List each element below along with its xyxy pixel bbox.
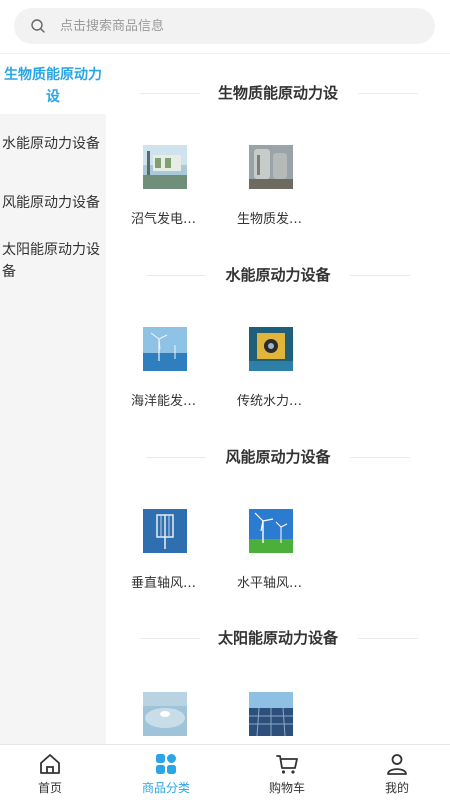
cart-icon	[276, 755, 298, 774]
product-image	[143, 692, 187, 736]
category-sidebar: 生物质能原动力 设 水能原动力设备 风能原动力设备 太阳能原动力设 备	[0, 55, 106, 744]
sidebar-item-label: 设	[46, 89, 60, 105]
tab-label: 商品分类	[141, 781, 190, 795]
bottom-tab-bar: 首页 商品分类 购物车 我的	[0, 744, 450, 800]
section-hydro: 水能原动力设备 海洋能发… 传统水力…	[106, 263, 450, 423]
search-header	[0, 0, 450, 54]
section-header: 水能原动力设备	[106, 263, 450, 287]
product-content: 生物质能原动力设 沼气发电… 生物质发… 水能原动力设备 海洋能发… 传统水力……	[106, 55, 450, 744]
divider	[358, 638, 418, 639]
section-solar: 太阳能原动力设备	[106, 626, 450, 744]
tab-label: 我的	[384, 781, 409, 795]
search-bar[interactable]	[14, 8, 435, 44]
product-image	[249, 145, 293, 189]
sidebar-item-biomass[interactable]: 生物质能原动力 设	[0, 55, 106, 114]
product-name: 传统水力…	[237, 394, 303, 409]
product-name: 生物质发…	[237, 212, 303, 227]
user-icon	[387, 754, 407, 775]
divider	[350, 275, 410, 276]
product-image	[249, 327, 293, 371]
product-name: 沼气发电…	[131, 212, 197, 227]
sidebar-item-solar[interactable]: 太阳能原动力设 备	[0, 232, 106, 292]
product-name: 水平轴风…	[237, 576, 303, 591]
tab-cart[interactable]: 购物车	[231, 745, 343, 800]
tab-category[interactable]: 商品分类	[110, 745, 222, 800]
tab-label: 首页	[37, 781, 62, 795]
sidebar-item-wind[interactable]: 风能原动力设备	[0, 173, 106, 232]
search-icon	[31, 19, 45, 33]
product-name: 垂直轴风…	[131, 576, 197, 591]
product-image	[249, 509, 293, 553]
sidebar-item-label: 备	[2, 264, 16, 280]
product-image	[143, 509, 187, 553]
sidebar-item-label: 生物质能原动力	[4, 67, 102, 83]
category-icon	[156, 754, 176, 774]
product-image	[143, 145, 187, 189]
tab-profile[interactable]: 我的	[341, 745, 450, 800]
tab-label: 购物车	[268, 781, 305, 795]
section-header: 生物质能原动力设	[106, 81, 450, 105]
divider	[358, 93, 418, 94]
section-header: 太阳能原动力设备	[106, 626, 450, 650]
tab-home[interactable]: 首页	[0, 745, 106, 800]
product-image	[143, 327, 187, 371]
section-wind: 风能原动力设备 垂直轴风… 水平轴风…	[106, 445, 450, 605]
search-input[interactable]	[60, 8, 420, 44]
home-icon	[40, 754, 60, 774]
section-header: 风能原动力设备	[106, 445, 450, 469]
sidebar-item-label: 水能原动力设备	[2, 136, 100, 152]
sidebar-item-hydro[interactable]: 水能原动力设备	[0, 114, 106, 173]
sidebar-item-label: 风能原动力设备	[2, 195, 100, 211]
divider	[350, 457, 410, 458]
sidebar-item-label: 太阳能原动力设	[2, 242, 100, 258]
product-name: 海洋能发…	[131, 394, 197, 409]
section-biomass: 生物质能原动力设 沼气发电… 生物质发…	[106, 81, 450, 241]
product-image	[249, 692, 293, 736]
